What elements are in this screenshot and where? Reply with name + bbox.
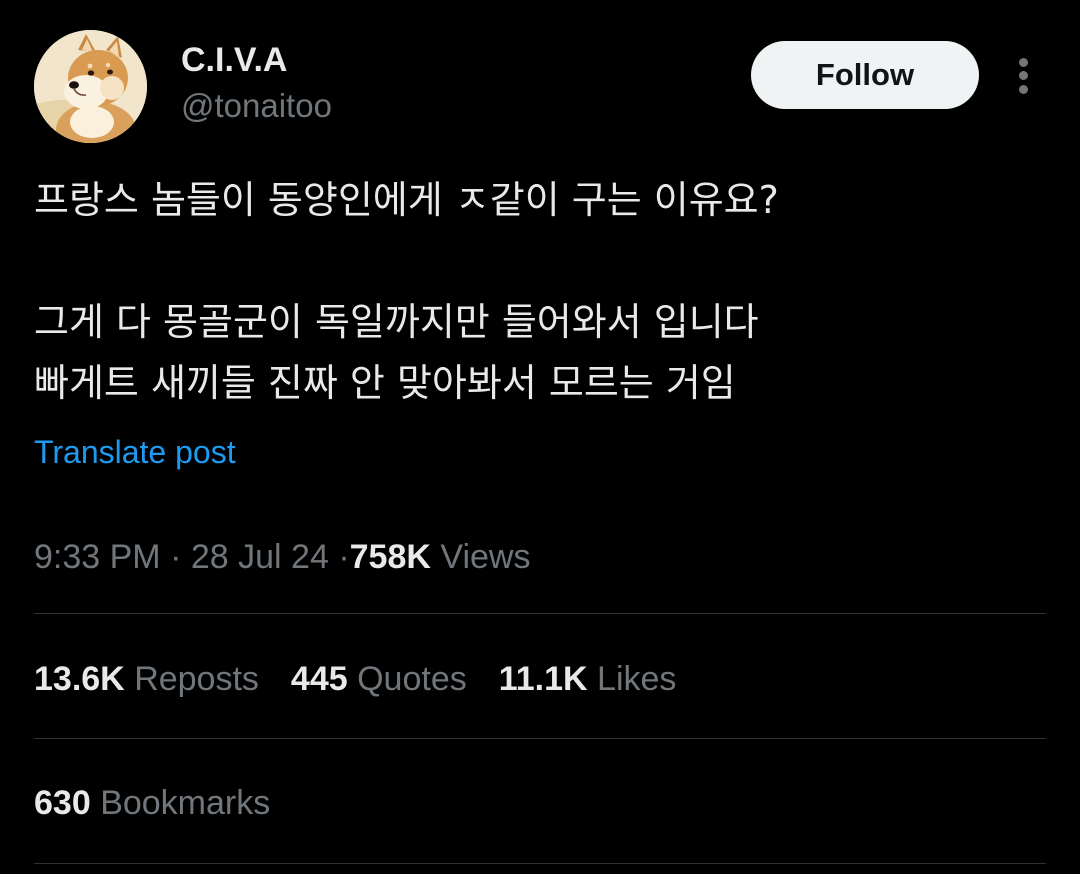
- divider: [34, 863, 1046, 864]
- bookmarks-stat[interactable]: 630 Bookmarks: [34, 780, 270, 826]
- post-time[interactable]: 9:33 PM: [34, 538, 161, 576]
- views-label: Views: [440, 538, 531, 576]
- bookmarks-count: 630: [34, 784, 91, 822]
- views-count: 758K: [349, 538, 431, 576]
- likes-label: Likes: [597, 660, 677, 698]
- more-options-button[interactable]: [1004, 54, 1044, 98]
- bookmarks-label: Bookmarks: [100, 784, 271, 822]
- likes-stat[interactable]: 11.1K Likes: [499, 656, 677, 702]
- reposts-count: 13.6K: [34, 660, 125, 698]
- engagement-stats: 13.6K Reposts 445 Quotes 11.1K Likes: [34, 656, 708, 702]
- tweet-text-line: [34, 231, 1044, 292]
- post-date[interactable]: 28 Jul 24: [191, 538, 329, 576]
- tweet-text-line: 빠게트 새끼들 진짜 안 맞아봐서 모르는 거임: [34, 361, 736, 405]
- likes-count: 11.1K: [498, 660, 588, 698]
- author-display-name[interactable]: C.I.V.A: [181, 38, 287, 82]
- avatar[interactable]: [34, 30, 147, 143]
- quotes-stat[interactable]: 445 Quotes: [291, 656, 467, 702]
- tweet-text-line: 그게 다 몽골군이 독일까지만 들어와서 입니다: [34, 300, 759, 344]
- follow-button[interactable]: Follow: [751, 41, 979, 109]
- meta-separator: ·: [170, 538, 182, 576]
- shiba-inu-dog-avatar-icon: [34, 30, 147, 143]
- meta-separator: ·: [338, 538, 350, 576]
- more-vertical-icon: [1019, 58, 1028, 67]
- reposts-stat[interactable]: 13.6K Reposts: [34, 656, 259, 702]
- post-meta: 9:33 PM · 28 Jul 24 ·758K Views: [34, 534, 530, 580]
- quotes-count: 445: [290, 660, 348, 698]
- translate-post-link[interactable]: Translate post: [34, 430, 236, 474]
- quotes-label: Quotes: [357, 660, 467, 698]
- author-handle[interactable]: @tonaitoo: [181, 84, 332, 128]
- more-vertical-icon-dot: [1019, 85, 1028, 94]
- tweet-text: 프랑스 놈들이 동양인에게 ㅈ같이 구는 이유요? 그게 다 몽골군이 독일까지…: [34, 170, 1044, 414]
- reposts-label: Reposts: [134, 660, 259, 698]
- divider: [34, 738, 1046, 739]
- tweet-text-line: 프랑스 놈들이 동양인에게 ㅈ같이 구는 이유요?: [34, 178, 779, 222]
- more-vertical-icon-dot: [1019, 71, 1028, 80]
- divider: [34, 613, 1046, 614]
